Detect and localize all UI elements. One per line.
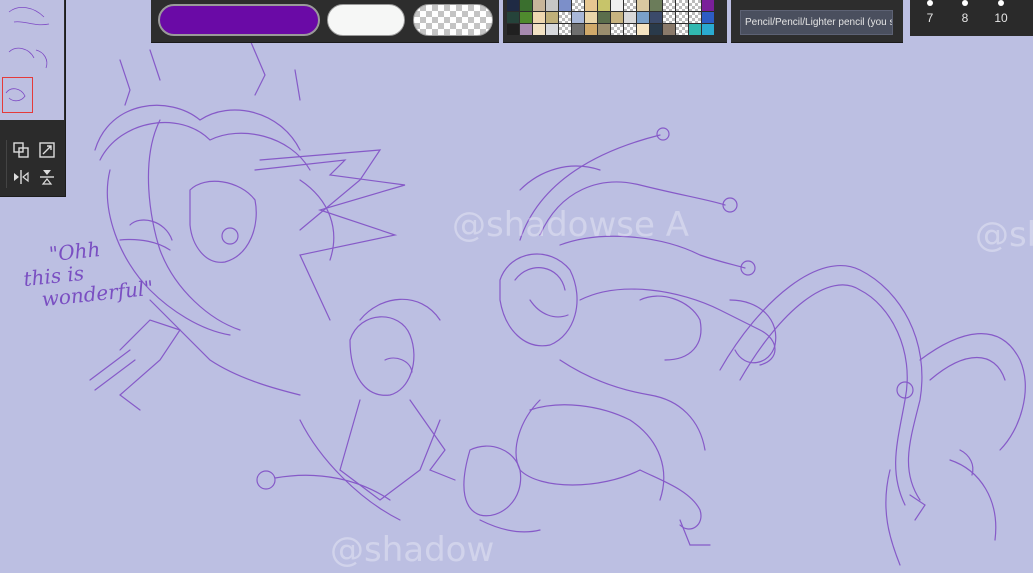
tool-separator (6, 140, 7, 188)
watermark-text: @shadowse A (452, 205, 689, 245)
watermark-text: @sh (975, 215, 1033, 255)
palette-color-cell[interactable] (650, 12, 663, 24)
brush-size-label: 7 (926, 11, 934, 25)
size-dot-icon (998, 0, 1004, 6)
canvas-handwriting: "Ohh this is wonderful" (22, 233, 154, 311)
palette-color-cell[interactable] (520, 24, 533, 36)
palette-color-cell[interactable] (624, 12, 637, 24)
palette-color-cell[interactable] (663, 12, 676, 24)
brush-size-option[interactable]: 10 (987, 0, 1015, 36)
palette-color-cell[interactable] (663, 0, 676, 12)
palette-color-cell[interactable] (598, 0, 611, 12)
brush-size-panel: 7 8 10 (910, 0, 1033, 36)
palette-color-cell[interactable] (585, 12, 598, 24)
palette-color-cell[interactable] (689, 24, 702, 36)
palette-color-cell[interactable] (559, 0, 572, 12)
brush-size-label: 8 (961, 11, 969, 25)
palette-color-cell[interactable] (637, 12, 650, 24)
palette-color-cell[interactable] (507, 0, 520, 12)
palette-color-cell[interactable] (572, 12, 585, 24)
size-dot-icon (927, 0, 933, 6)
palette-color-cell[interactable] (546, 24, 559, 36)
navigator-panel (0, 0, 66, 197)
palette-color-cell[interactable] (637, 24, 650, 36)
brush-size-label: 10 (994, 11, 1008, 25)
fit-icon (39, 142, 55, 158)
palette-color-cell[interactable] (533, 24, 546, 36)
palette-color-cell[interactable] (611, 0, 624, 12)
palette-color-cell[interactable] (689, 0, 702, 12)
palette-color-cell[interactable] (533, 12, 546, 24)
palette-color-cell[interactable] (624, 0, 637, 12)
palette-color-cell[interactable] (559, 12, 572, 24)
brush-panel: Pencil/Pencil/Lighter pencil (you sk (731, 0, 903, 43)
palette-color-cell[interactable] (533, 0, 546, 12)
watermark-text: @shadow (330, 530, 495, 570)
copy-icon (13, 142, 29, 158)
layer-thumbnails (0, 0, 64, 120)
copy-button[interactable] (10, 139, 32, 161)
palette-color-cell[interactable] (676, 12, 689, 24)
palette-color-cell[interactable] (559, 24, 572, 36)
palette-color-cell[interactable] (585, 24, 598, 36)
background-color-swatch[interactable] (327, 4, 405, 36)
palette-color-cell[interactable] (650, 24, 663, 36)
layer-thumbnail[interactable] (4, 2, 56, 36)
palette-color-cell[interactable] (676, 0, 689, 12)
palette-color-cell[interactable] (702, 12, 715, 24)
palette-color-cell[interactable] (520, 0, 533, 12)
drawing-canvas[interactable]: @shadowse A @sh @shadow "Ohh this is won… (0, 0, 1033, 573)
palette-color-cell[interactable] (585, 0, 598, 12)
flip-vertical-icon (40, 170, 54, 185)
navigator-tools (0, 136, 64, 192)
palette-color-cell[interactable] (598, 12, 611, 24)
brush-size-option[interactable]: 8 (951, 0, 979, 36)
flip-horizontal-icon (14, 170, 29, 184)
palette-color-cell[interactable] (611, 12, 624, 24)
palette-color-cell[interactable] (637, 0, 650, 12)
fit-button[interactable] (36, 139, 58, 161)
sketch-strokes (89, 39, 1026, 566)
palette-color-cell[interactable] (650, 0, 663, 12)
brush-size-option[interactable]: 7 (916, 0, 944, 36)
palette-color-cell[interactable] (546, 0, 559, 12)
size-dot-icon (962, 0, 968, 6)
palette-color-cell[interactable] (624, 24, 637, 36)
layer-thumbnail[interactable] (4, 40, 56, 74)
palette-color-cell[interactable] (676, 24, 689, 36)
palette-color-cell[interactable] (689, 12, 702, 24)
palette-color-cell[interactable] (702, 24, 715, 36)
palette-color-cell[interactable] (520, 12, 533, 24)
transparent-color-swatch[interactable] (413, 4, 493, 36)
palette-color-cell[interactable] (546, 12, 559, 24)
flip-horizontal-button[interactable] (10, 166, 32, 188)
color-panel (151, 0, 499, 43)
color-palette-grid (507, 0, 723, 36)
palette-color-cell[interactable] (702, 0, 715, 12)
palette-color-cell[interactable] (507, 12, 520, 24)
brush-name-field[interactable]: Pencil/Pencil/Lighter pencil (you sk (740, 10, 893, 35)
palette-color-cell[interactable] (507, 24, 520, 36)
palette-color-cell[interactable] (611, 24, 624, 36)
palette-color-cell[interactable] (572, 0, 585, 12)
flip-vertical-button[interactable] (36, 166, 58, 188)
palette-color-cell[interactable] (663, 24, 676, 36)
layer-thumbnail-selected[interactable] (2, 77, 33, 113)
palette-color-cell[interactable] (572, 24, 585, 36)
foreground-color-swatch[interactable] (158, 4, 320, 36)
color-palette-panel (503, 0, 727, 43)
palette-color-cell[interactable] (598, 24, 611, 36)
